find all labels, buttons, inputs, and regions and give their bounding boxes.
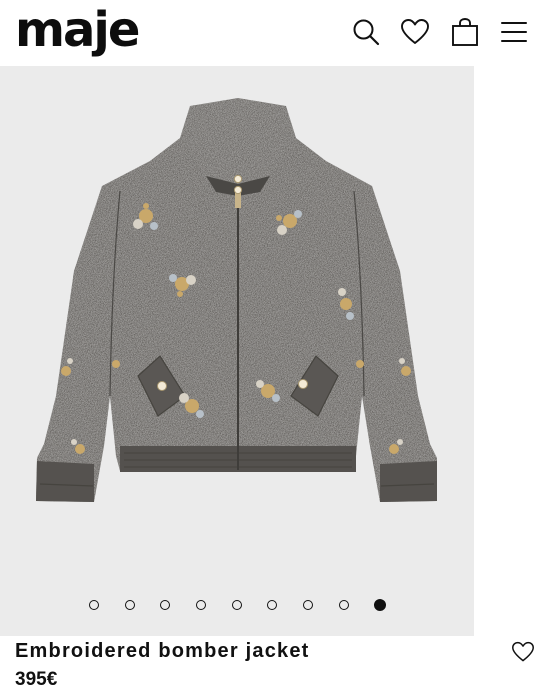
wishlist-header-button[interactable] [399,16,431,48]
site-header: maje [0,0,549,66]
gallery-pagination [0,599,474,614]
gallery-dot[interactable] [160,600,170,610]
menu-icon [501,22,527,42]
gallery-dot[interactable] [303,600,313,610]
gallery-dot[interactable] [196,600,206,610]
search-icon [353,19,380,46]
heart-icon [401,19,429,44]
search-button[interactable] [350,16,382,48]
add-to-wishlist-button[interactable] [511,641,537,665]
gallery-dot[interactable] [232,600,242,610]
menu-button[interactable] [498,16,530,48]
product-price: 395€ [15,669,58,690]
product-image[interactable] [0,66,474,636]
gallery-side-margin [474,66,549,636]
bag-icon [452,18,478,46]
gallery-dot[interactable] [89,600,99,610]
brand-logo[interactable]: maje [15,2,140,58]
shopping-bag-button[interactable] [449,16,481,48]
product-name: Embroidered bomber jacket [15,640,310,662]
gallery-dot[interactable] [339,600,349,610]
product-gallery[interactable] [0,66,474,636]
gallery-dot[interactable] [267,600,277,610]
gallery-dot[interactable] [125,600,135,610]
gallery-dot-active[interactable] [374,599,386,611]
heart-icon [512,641,534,662]
